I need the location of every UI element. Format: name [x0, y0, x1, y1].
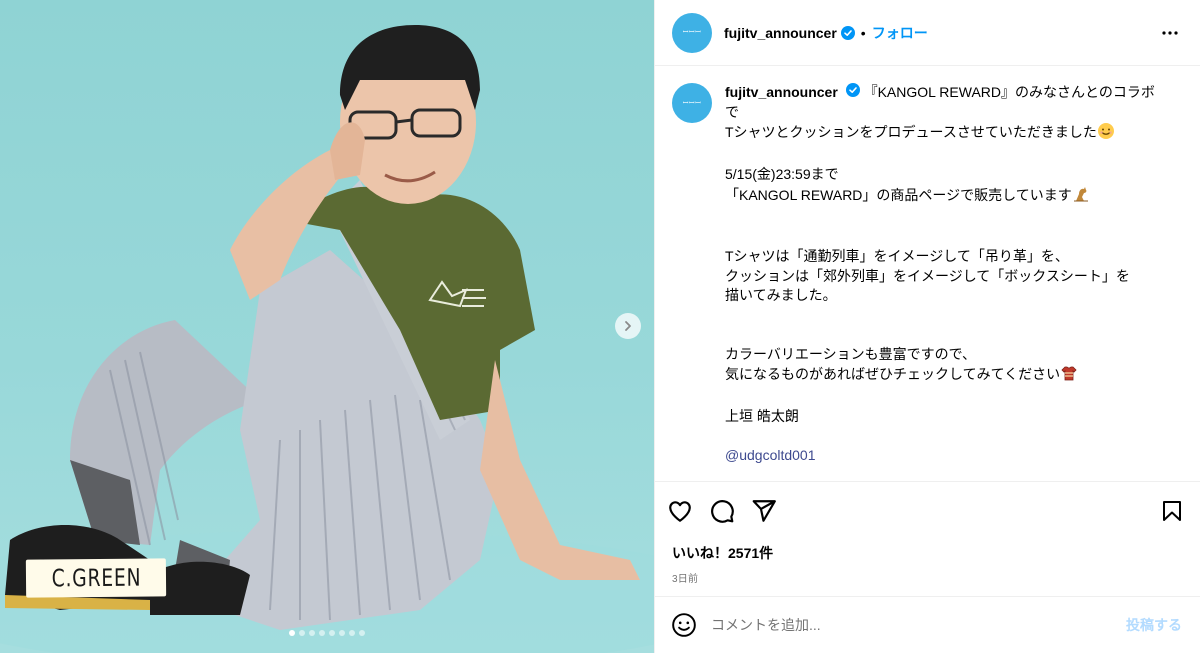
carousel-dot [289, 630, 295, 636]
comment-button[interactable] [709, 498, 735, 524]
carousel-dot [309, 630, 315, 636]
caption-line-15 [725, 388, 1165, 408]
caption-line-9: クッションは「郊外列車」をイメージして「ボックスシート」を [725, 267, 1165, 287]
caption-avatar-logo-text: ꟷꟷꟷ [682, 99, 702, 107]
carousel-dot [329, 630, 335, 636]
caption-username[interactable]: fujitv_announcer [725, 84, 838, 100]
caption-line-12 [725, 325, 1165, 345]
caption-text-line: 5/15(金)23:59まで [725, 166, 839, 182]
caption-line-11 [725, 306, 1165, 326]
caption-line-7 [725, 228, 1165, 248]
post-actions-section: いいね！2571件 3日前 [655, 481, 1200, 585]
likes-count[interactable]: いいね！2571件 [655, 543, 1200, 563]
caption-line-5: 「KANGOL REWARD」の商品ページで販売しています [725, 185, 1165, 209]
emoji-icon [672, 613, 696, 637]
bookmark-icon [1163, 501, 1181, 521]
more-options-button[interactable] [1158, 21, 1182, 45]
caption-text-line: 「KANGOL REWARD」の商品ページで販売しています [725, 186, 1072, 203]
verified-badge-icon [840, 25, 855, 40]
like-button[interactable] [667, 498, 693, 524]
emoji-picker-button[interactable] [671, 612, 697, 638]
kangaroo-emoji-icon [1072, 185, 1090, 209]
caption-line-2: Tシャツとクッションをプロデュースさせていただきました [725, 122, 1165, 146]
caption-line-8: Tシャツは「通勤列車」をイメージして「吊り革」を、 [725, 247, 1165, 267]
share-icon [752, 500, 776, 522]
caption-line-17 [725, 427, 1165, 447]
caption-text-line: 気になるものがあればぜひチェックしてみてください [725, 366, 1061, 382]
caption-text-line: Tシャツは「通勤列車」をイメージして「吊り革」を、 [725, 248, 1069, 264]
carousel-dot [359, 630, 365, 636]
caption-avatar[interactable]: ꟷꟷꟷ [672, 83, 712, 123]
carousel-dot [349, 630, 355, 636]
caption-line-14: 気になるものがあればぜひチェックしてみてください [725, 364, 1165, 388]
share-button[interactable] [751, 498, 777, 524]
header-username[interactable]: fujitv_announcer [724, 25, 837, 41]
carousel-next-button[interactable] [615, 313, 641, 339]
comment-icon [711, 500, 734, 523]
chevron-right-icon [625, 321, 631, 331]
comment-input[interactable] [711, 617, 1126, 633]
smiling-face-emoji-icon [1097, 122, 1115, 146]
caption-line-4: 5/15(金)23:59まで [725, 165, 1165, 185]
caption-text-line: Tシャツとクッションをプロデュースさせていただきました [725, 124, 1097, 140]
more-options-icon [1162, 30, 1178, 35]
post-modal: C.GREEN ꟷꟷꟷ fujitv_announcer • フォロー ꟷꟷꟷ … [0, 0, 1200, 653]
shirt-emoji-icon [1060, 364, 1078, 388]
save-button[interactable] [1160, 499, 1184, 523]
follow-button[interactable]: フォロー [872, 23, 928, 43]
caption-verified-icon [845, 83, 860, 97]
caption-line-13: カラーバリエーションも豊富ですので、 [725, 345, 1165, 365]
caption-line-10: 描いてみました。 [725, 286, 1165, 306]
caption-text-line: 上垣 皓太朗 [725, 408, 799, 424]
photo-label: C.GREEN [25, 558, 167, 598]
carousel-indicator [0, 630, 654, 636]
caption-text-line: クッションは「郊外列車」をイメージして「ボックスシート」を [725, 267, 1130, 284]
caption-text-line: 描いてみました。 [725, 287, 837, 303]
caption-line-3 [725, 146, 1165, 166]
caption-line-18: @udgcoltd001 [725, 446, 1165, 466]
caption-line-1: fujitv_announcer 『KANGOL REWARD』のみなさんとのコ… [725, 83, 1165, 122]
comment-bar: 投稿する [655, 596, 1200, 653]
caption-body: fujitv_announcer 『KANGOL REWARD』のみなさんとのコ… [725, 83, 1165, 481]
post-sidebar: ꟷꟷꟷ fujitv_announcer • フォロー ꟷꟷꟷ fujitv_a… [654, 0, 1200, 653]
caption-text-line: カラーバリエーションも豊富ですので、 [725, 345, 977, 362]
carousel-dot [299, 630, 305, 636]
photo-label-text: C.GREEN [51, 563, 141, 593]
post-media[interactable]: C.GREEN [0, 0, 654, 653]
avatar-logo-text: ꟷꟷꟷ [682, 29, 702, 36]
post-caption: ꟷꟷꟷ fujitv_announcer 『KANGOL REWARD』のみなさ… [655, 67, 1200, 481]
action-bar [655, 482, 1200, 540]
post-timestamp[interactable]: 3日前 [655, 570, 1200, 585]
post-comment-button[interactable]: 投稿する [1126, 615, 1182, 635]
post-photo [0, 25, 654, 653]
post-header: ꟷꟷꟷ fujitv_announcer • フォロー [655, 0, 1200, 66]
caption-line-16: 上垣 皓太朗 [725, 407, 1165, 427]
carousel-dot [319, 630, 325, 636]
caption-line-6 [725, 208, 1165, 228]
carousel-dot [339, 630, 345, 636]
avatar[interactable]: ꟷꟷꟷ [672, 12, 712, 53]
mention-link[interactable]: @udgcoltd001 [725, 447, 816, 463]
heart-icon [669, 501, 691, 522]
header-separator: • [860, 24, 866, 41]
